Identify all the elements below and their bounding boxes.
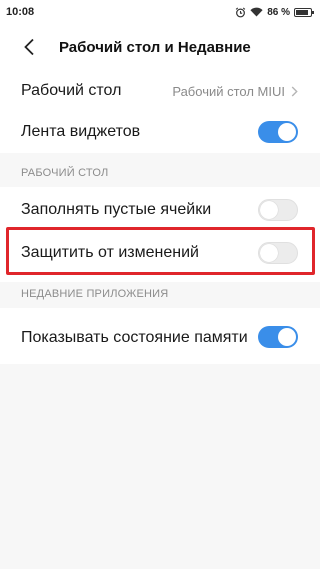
page-title: Рабочий стол и Недавние [59,38,251,56]
show-memory-toggle[interactable] [258,326,298,348]
fill-empty-cells-toggle[interactable] [258,199,298,221]
protect-changes-toggle[interactable] [258,242,298,264]
widget-feed-toggle[interactable] [258,121,298,143]
desktop-setting-row[interactable]: Рабочий стол Рабочий стол MIUI [0,71,320,111]
show-memory-label: Показывать состояние памяти [21,328,248,346]
chevron-left-icon [24,38,34,56]
status-bar: 10:08 86 % [0,0,320,24]
chevron-right-icon [291,86,298,97]
toggle-knob [260,244,278,262]
back-button[interactable] [17,35,41,59]
widget-feed-label: Лента виджетов [21,123,141,140]
alarm-icon [235,7,246,18]
app-header: Рабочий стол и Недавние [0,24,320,70]
battery-level-fill [296,9,308,15]
settings-group-recent: Показывать состояние памяти [0,308,320,364]
battery-percent: 86 % [267,6,290,18]
fill-empty-cells-row[interactable]: Заполнять пустые ячейки [0,190,320,230]
battery-icon [294,7,314,17]
widget-feed-row[interactable]: Лента виджетов [0,112,320,152]
fill-empty-cells-label: Заполнять пустые ячейки [21,201,212,218]
status-icons: 86 % [235,6,314,18]
protect-changes-row[interactable]: Защитить от изменений [0,233,320,273]
wifi-icon [250,7,263,17]
toggle-knob [260,201,278,219]
toggle-knob [278,328,296,346]
show-memory-row[interactable]: Показывать состояние памяти [0,314,320,360]
protect-changes-label: Защитить от изменений [21,244,199,261]
section-header-recent: НЕДАВНИЕ ПРИЛОЖЕНИЯ [21,288,169,300]
desktop-setting-label: Рабочий стол [21,82,122,99]
settings-group-desktop: Заполнять пустые ячейки Защитить от изме… [0,187,320,282]
desktop-setting-value: Рабочий стол MIUI [172,83,285,99]
toggle-knob [278,123,296,141]
settings-group-main: Рабочий стол Рабочий стол MIUI Лента вид… [0,70,320,153]
section-header-desktop: РАБОЧИЙ СТОЛ [21,167,109,179]
status-time: 10:08 [6,6,35,18]
